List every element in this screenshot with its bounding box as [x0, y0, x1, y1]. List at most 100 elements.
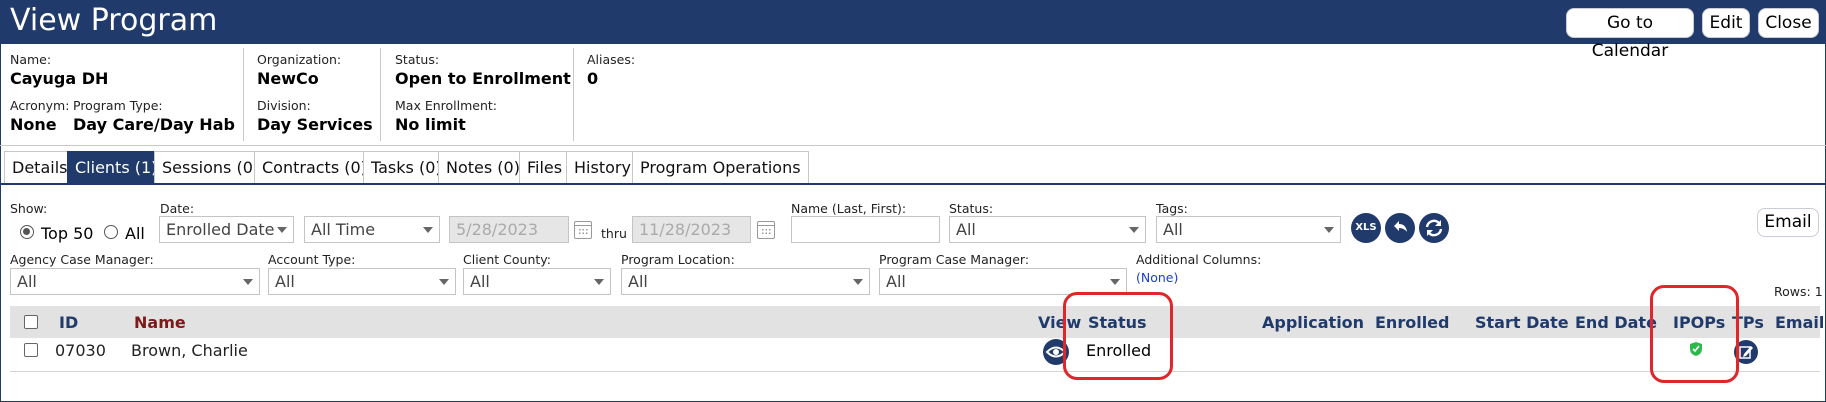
- program-type-label: Program Type:: [73, 98, 163, 113]
- select-all-checkbox[interactable]: [24, 315, 38, 329]
- show-label: Show:: [10, 201, 48, 216]
- name-filter-input[interactable]: [791, 216, 940, 243]
- chevron-down-icon: [1324, 227, 1334, 233]
- division-label: Division:: [257, 98, 311, 113]
- date-label: Date:: [160, 201, 195, 216]
- chevron-down-icon: [243, 279, 253, 285]
- tags-value: All: [1163, 220, 1183, 239]
- column-start-date[interactable]: Start Date: [1475, 313, 1569, 332]
- date-field-select[interactable]: Enrolled Date: [159, 216, 294, 243]
- email-button[interactable]: Email: [1757, 208, 1819, 237]
- column-enrolled[interactable]: Enrolled: [1375, 313, 1449, 332]
- chevron-down-icon: [1129, 227, 1139, 233]
- tab-sessions[interactable]: Sessions (0): [154, 151, 268, 184]
- program-name: Cayuga DH: [10, 69, 109, 88]
- status-filter-select[interactable]: All: [949, 216, 1146, 243]
- undo-icon: [1394, 221, 1407, 232]
- client-county-label: Client County:: [463, 252, 551, 267]
- date-field-value: Enrolled Date: [166, 220, 275, 239]
- undo-button[interactable]: [1385, 213, 1415, 243]
- organization-label: Organization:: [257, 52, 342, 67]
- chevron-down-icon: [1110, 279, 1120, 285]
- edit-button[interactable]: Edit: [1702, 8, 1750, 38]
- status-filter-value: All: [956, 220, 976, 239]
- row-checkbox[interactable]: [24, 343, 38, 357]
- status-label: Status:: [395, 52, 440, 67]
- column-end-date[interactable]: End Date: [1575, 313, 1657, 332]
- tab-notes[interactable]: Notes (0): [438, 151, 528, 184]
- top50-label: Top 50: [41, 224, 94, 243]
- max-enrollment-value: No limit: [395, 115, 466, 134]
- client-name[interactable]: Brown, Charlie: [131, 341, 248, 360]
- refresh-icon: [1425, 219, 1443, 237]
- tab-contracts[interactable]: Contracts (0): [254, 151, 375, 184]
- chevron-down-icon: [439, 279, 449, 285]
- calendar-icon[interactable]: [574, 221, 592, 239]
- tab-clients[interactable]: Clients (1): [67, 151, 166, 184]
- all-radio[interactable]: [104, 225, 118, 239]
- agency-case-manager-select[interactable]: All: [10, 268, 260, 295]
- tags-select[interactable]: All: [1156, 216, 1341, 243]
- to-date-input[interactable]: 11/28/2023: [632, 216, 751, 243]
- info-divider: [243, 48, 244, 141]
- close-button[interactable]: Close: [1758, 8, 1819, 38]
- status-filter-label: Status:: [949, 201, 994, 216]
- column-email[interactable]: Email: [1775, 313, 1824, 332]
- tags-label: Tags:: [1156, 201, 1188, 216]
- program-location-select[interactable]: All: [621, 268, 870, 295]
- tab-details[interactable]: Details: [4, 151, 76, 184]
- date-range-select[interactable]: All Time: [304, 216, 440, 243]
- additional-columns-link[interactable]: (None): [1136, 270, 1178, 285]
- date-range-value: All Time: [311, 220, 376, 239]
- go-to-calendar-button[interactable]: Go to Calendar: [1566, 8, 1694, 61]
- acronym-label: Acronym:: [10, 98, 70, 113]
- info-divider: [573, 48, 574, 141]
- tab-files[interactable]: Files: [519, 151, 571, 184]
- tab-underline: [0, 183, 1826, 185]
- export-xls-button[interactable]: XLS: [1351, 213, 1381, 243]
- all-label: All: [125, 224, 145, 243]
- account-type-select[interactable]: All: [268, 268, 456, 295]
- chevron-down-icon: [423, 227, 433, 233]
- acronym-value: None: [10, 115, 57, 134]
- agency-case-manager-value: All: [17, 272, 37, 291]
- program-type-value: Day Care/Day Hab: [73, 115, 235, 134]
- chevron-down-icon: [853, 279, 863, 285]
- column-name[interactable]: Name: [134, 313, 186, 332]
- account-type-label: Account Type:: [268, 252, 356, 267]
- organization-value: NewCo: [257, 69, 319, 88]
- name-label: Name:: [10, 52, 52, 67]
- from-date-input[interactable]: 5/28/2023: [449, 216, 569, 243]
- page-title: View Program: [10, 3, 218, 38]
- column-id[interactable]: ID: [59, 313, 78, 332]
- info-bottom-divider: [0, 145, 1826, 146]
- aliases-label: Aliases:: [587, 52, 636, 67]
- client-county-value: All: [470, 272, 490, 291]
- agency-case-manager-label: Agency Case Manager:: [10, 252, 154, 267]
- name-filter-label: Name (Last, First):: [791, 201, 907, 216]
- status-highlight-box: [1063, 292, 1173, 380]
- program-case-manager-label: Program Case Manager:: [879, 252, 1030, 267]
- tab-tasks[interactable]: Tasks (0): [363, 151, 450, 184]
- tab-history[interactable]: History: [566, 151, 639, 184]
- program-case-manager-value: All: [886, 272, 906, 291]
- tab-program-operations[interactable]: Program Operations: [632, 151, 809, 184]
- division-value: Day Services: [257, 115, 373, 134]
- client-id: 07030: [55, 341, 106, 360]
- account-type-value: All: [275, 272, 295, 291]
- calendar-icon[interactable]: [757, 221, 775, 239]
- ipops-highlight-box: [1650, 285, 1739, 383]
- top50-radio[interactable]: [20, 225, 34, 239]
- title-bar: [0, 0, 1826, 44]
- max-enrollment-label: Max Enrollment:: [395, 98, 497, 113]
- refresh-button[interactable]: [1419, 213, 1449, 243]
- program-case-manager-select[interactable]: All: [879, 268, 1127, 295]
- client-county-select[interactable]: All: [463, 268, 611, 295]
- column-application[interactable]: Application: [1262, 313, 1364, 332]
- aliases-value: 0: [587, 69, 599, 88]
- chevron-down-icon: [277, 227, 287, 233]
- rows-count: Rows: 1: [1774, 284, 1823, 299]
- row-divider: [10, 371, 1820, 372]
- additional-columns-label: Additional Columns:: [1136, 252, 1262, 267]
- chevron-down-icon: [594, 279, 604, 285]
